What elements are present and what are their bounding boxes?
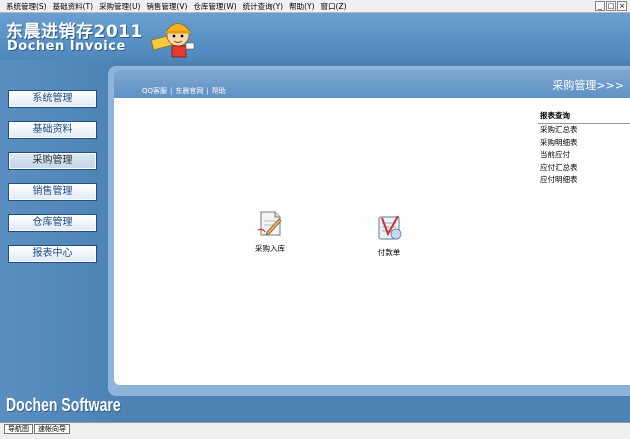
link-separator: |: [206, 87, 209, 95]
tab-quick-wizard[interactable]: 速帐向导: [34, 424, 70, 434]
logo-title-en: Dochen Invoice: [7, 39, 126, 54]
payment-slip-button[interactable]: 付款单: [364, 212, 414, 258]
sidebar-item-sales[interactable]: 销售管理: [8, 183, 97, 201]
sidebar-item-warehouse[interactable]: 仓库管理: [8, 214, 97, 232]
qq-support-link[interactable]: QQ客服: [142, 87, 167, 95]
window-controls: _ □ ×: [595, 1, 627, 11]
menu-system[interactable]: 系统管理(S): [6, 1, 47, 12]
content-area: 报表查询 采购汇总表 采购明细表 当前应付 应付汇总表 应付明细表 采购入库 付…: [114, 98, 630, 385]
menu-help[interactable]: 帮助(Y): [289, 1, 314, 12]
restore-button[interactable]: □: [606, 1, 616, 11]
menu-basic-data[interactable]: 基础资料(T): [53, 1, 93, 12]
report-purchase-summary[interactable]: 采购汇总表: [538, 124, 630, 137]
report-current-payable[interactable]: 当前应付: [538, 149, 630, 162]
menu-purchase[interactable]: 采购管理(U): [99, 1, 140, 12]
bottom-tab-bar: 导航图 速帐向导: [0, 422, 630, 439]
sidebar: 系统管理 基础资料 采购管理 销售管理 仓库管理 报表中心 Dochen Sof…: [0, 60, 121, 422]
menu-bar: 系统管理(S) 基础资料(T) 采购管理(U) 销售管理(V) 仓库管理(W) …: [0, 0, 630, 13]
sidebar-item-purchase[interactable]: 采购管理: [8, 152, 97, 170]
tab-navigation-map[interactable]: 导航图: [4, 424, 33, 434]
menu-statistics[interactable]: 统计查询(Y): [243, 1, 283, 12]
report-payable-summary[interactable]: 应付汇总表: [538, 162, 630, 175]
sidebar-item-basic-data[interactable]: 基础资料: [8, 121, 97, 139]
sidebar-item-system[interactable]: 系统管理: [8, 90, 97, 108]
sidebar-item-reports[interactable]: 报表中心: [8, 245, 97, 263]
report-purchase-detail[interactable]: 采购明细表: [538, 137, 630, 150]
menu-window[interactable]: 窗口(Z): [321, 1, 347, 12]
link-separator: |: [170, 87, 173, 95]
payment-check-icon: [378, 215, 402, 240]
brand-footer: Dochen Software: [6, 395, 121, 415]
main-panel-header: QQ客服 | 东晨官网 | 帮助 采购管理>>>: [114, 70, 630, 98]
payment-slip-label: 付款单: [377, 248, 401, 257]
section-title: 采购管理>>>: [552, 79, 624, 92]
menu-warehouse[interactable]: 仓库管理(W): [193, 1, 236, 12]
report-panel: 报表查询 采购汇总表 采购明细表 当前应付 应付汇总表 应付明细表: [538, 110, 630, 187]
report-panel-title: 报表查询: [538, 110, 630, 124]
close-button[interactable]: ×: [617, 1, 627, 11]
mascot-icon: [150, 23, 195, 58]
document-edit-icon: [257, 211, 282, 236]
purchase-inbound-label: 采购入库: [255, 244, 285, 253]
menu-sales[interactable]: 销售管理(V): [146, 1, 187, 12]
app-header: 东晨进销存2011 Dochen Invoice: [0, 13, 630, 60]
help-link[interactable]: 帮助: [212, 87, 226, 95]
official-site-link[interactable]: 东晨官网: [175, 87, 203, 95]
report-payable-detail[interactable]: 应付明细表: [538, 174, 630, 187]
minimize-button[interactable]: _: [595, 1, 605, 11]
main-panel: QQ客服 | 东晨官网 | 帮助 采购管理>>> 报表查询 采购汇总表 采购明细表 当前…: [108, 66, 630, 396]
purchase-inbound-button[interactable]: 采购入库: [245, 208, 295, 254]
top-links: QQ客服 | 东晨官网 | 帮助: [142, 86, 226, 96]
